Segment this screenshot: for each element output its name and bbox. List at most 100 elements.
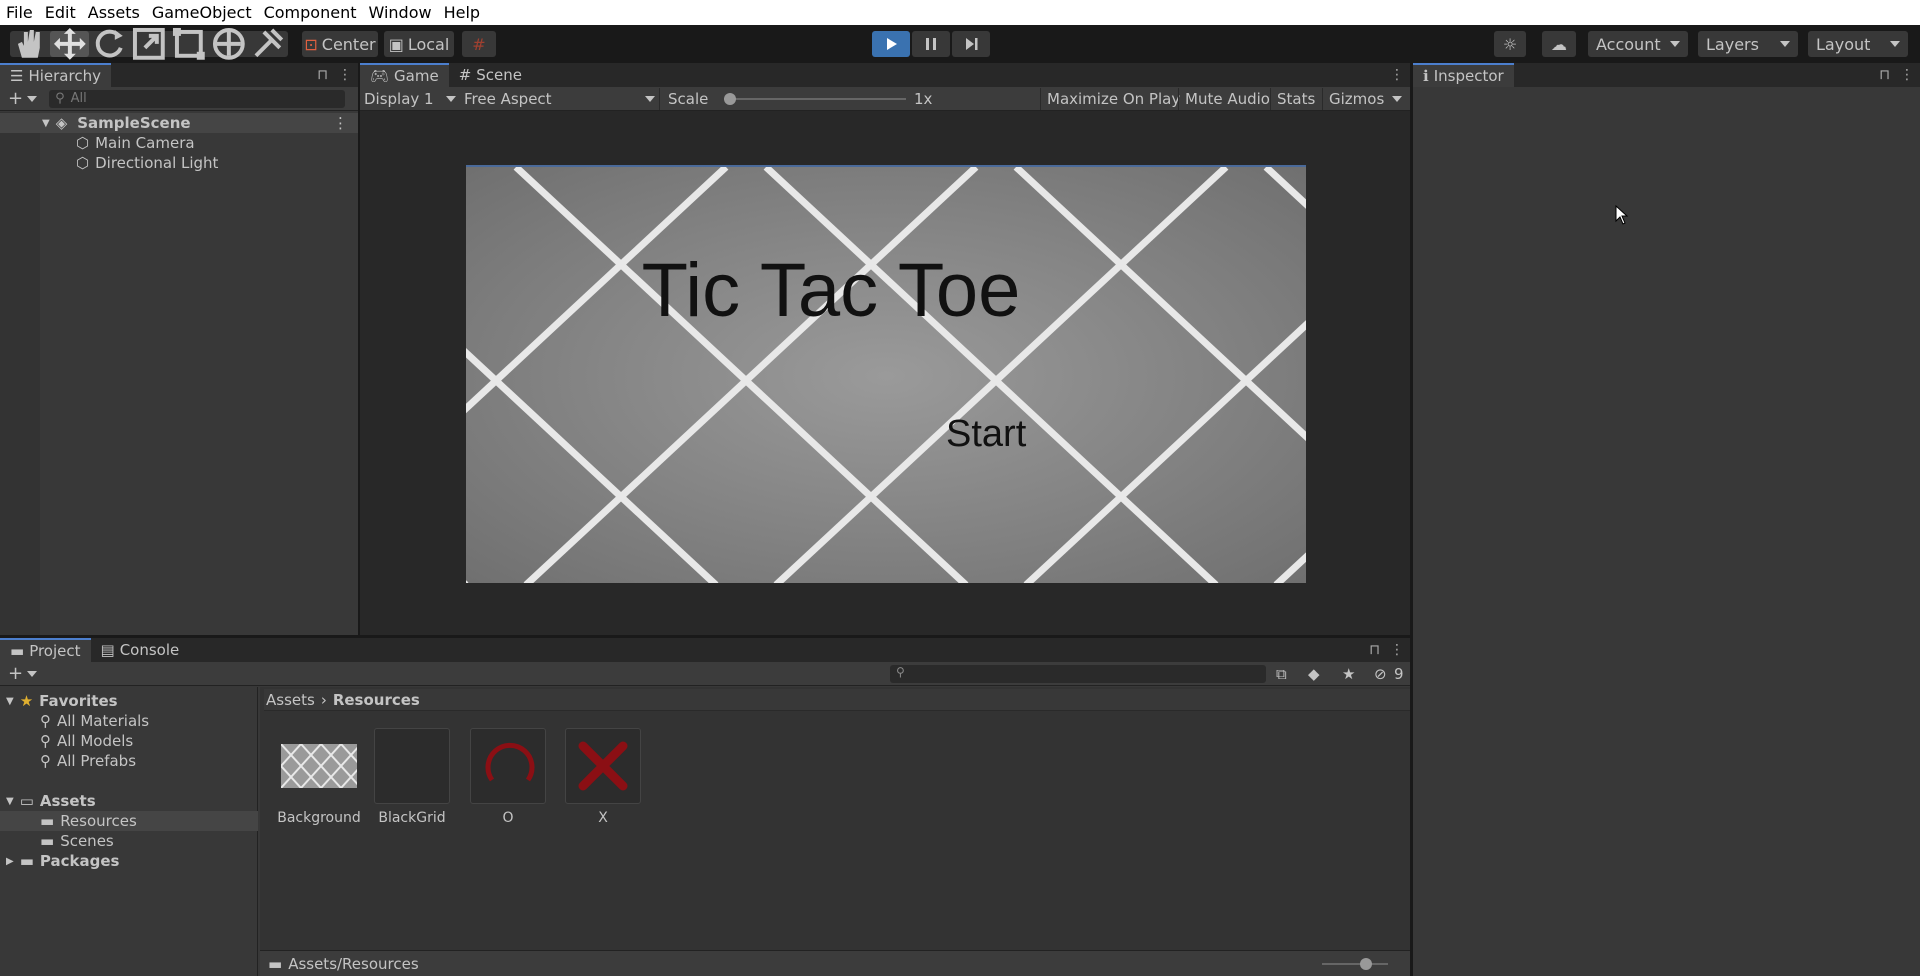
game-viewport[interactable]: Tic Tac Toe Start [466,165,1306,583]
footer-path-label: Assets/Resources [288,955,419,973]
rect-tool-icon[interactable] [169,28,209,60]
expand-arrow-icon[interactable]: ▶ [6,856,14,867]
tab-project[interactable]: ▬ Project [0,638,91,662]
tab-game[interactable]: 🎮︎ Game [360,63,449,87]
chevron-down-icon[interactable] [27,95,38,102]
add-icon[interactable]: + [8,663,23,684]
favorite-star-icon[interactable]: ★ [1342,665,1355,683]
hierarchy-item[interactable]: ⬡ Directional Light [0,153,358,173]
collapse-arrow-icon[interactable]: ▼ [6,696,14,707]
pause-icon [926,38,936,50]
tab-inspector[interactable]: ℹ Inspector [1413,63,1514,87]
stats-label: Stats [1277,90,1316,108]
grid-snap-icon: # [472,34,486,54]
start-button[interactable]: Start [946,413,1026,456]
pivot-local-button[interactable]: ▣ Local [384,31,454,57]
tab-console[interactable]: ▤ Console [90,638,190,662]
more-menu-icon[interactable]: ⋮ [338,67,352,83]
background-thumbnail [281,728,357,804]
menu-assets[interactable]: Assets [82,3,146,22]
more-menu-icon[interactable]: ⋮ [1900,67,1914,83]
lock-icon[interactable]: ⊓ [1369,642,1380,658]
cloud-button[interactable]: ☁ [1542,31,1576,57]
play-button[interactable] [872,31,910,57]
maximize-on-play-button[interactable]: Maximize On Play [1040,88,1186,110]
icon-size-slider[interactable] [1322,958,1388,970]
tab-scene[interactable]: # Scene [448,63,533,87]
icon-size-slider-thumb[interactable] [1360,958,1372,970]
assets-row[interactable]: ▼ ▭ Assets [0,791,96,811]
menu-window[interactable]: Window [362,3,437,22]
breadcrumb-assets[interactable]: Assets [266,691,315,709]
pause-button[interactable] [912,31,950,57]
favorite-item[interactable]: ⚲ All Models [0,731,133,751]
play-icon [887,38,897,50]
expand-arrow-icon[interactable]: ▼ [42,118,50,129]
collapse-arrow-icon[interactable]: ▼ [6,796,14,807]
search-placeholder: All [70,91,87,106]
tile-background-image [466,167,1306,583]
mute-audio-button[interactable]: Mute Audio [1178,88,1276,110]
more-menu-icon[interactable]: ⋮ [1390,642,1404,658]
transform-tool-icon[interactable] [209,28,249,60]
game-tabbar: 🎮︎ Game # Scene [360,63,1410,87]
filter-by-label-icon[interactable]: ◆ [1308,665,1320,683]
console-tab-label: Console [119,641,180,659]
asset-item[interactable]: Background [274,728,364,826]
layers-dropdown[interactable]: Layers [1698,31,1798,57]
menu-file[interactable]: File [0,3,39,22]
asset-item[interactable]: O [463,728,553,826]
menu-component[interactable]: Component [258,3,363,22]
lighting-button[interactable]: ☼ [1494,31,1526,57]
lock-icon[interactable]: ⊓ [1879,67,1890,83]
scene-menu-icon[interactable]: ⋮ [333,114,348,132]
layout-dropdown[interactable]: Layout [1808,31,1908,57]
lock-icon[interactable]: ⊓ [317,67,328,83]
step-button[interactable] [952,31,990,57]
chevron-down-icon[interactable] [27,670,38,677]
add-icon[interactable]: + [8,88,23,109]
asset-item[interactable]: BlackGrid [367,728,457,826]
scale-slider-thumb[interactable] [724,93,736,105]
cube-icon: ▣ [388,34,404,54]
project-tab-label: Project [29,642,81,660]
favorite-item[interactable]: ⚲ All Prefabs [0,751,136,771]
menu-gameobject[interactable]: GameObject [146,3,258,22]
stats-button[interactable]: Stats [1270,88,1321,110]
more-menu-icon[interactable]: ⋮ [1390,67,1404,83]
scale-tool-icon[interactable] [129,28,169,60]
gizmos-dropdown[interactable]: Gizmos [1322,88,1408,110]
scale-label: Scale [668,88,708,110]
pivot-center-button[interactable]: ⊡ Center [302,31,378,57]
folder-scenes[interactable]: ▬ Scenes [0,831,114,851]
rotate-tool-icon[interactable] [89,29,129,58]
packages-row[interactable]: ▶ ▬ Packages [0,851,119,871]
custom-tool-icon[interactable] [248,28,288,58]
filter-by-type-icon[interactable]: ⧉ [1276,665,1287,683]
hidden-packages-icon[interactable]: ⊘ [1374,665,1387,683]
move-tool-icon[interactable] [49,28,90,60]
menu-help[interactable]: Help [438,3,486,22]
main-toolbar: ⊡ Center ▣ Local # ☼ ☁ Account Layers La… [0,25,1920,63]
game-tab-label: Game [394,67,439,85]
scene-row[interactable]: ▼ ◈ SampleScene ⋮ [0,113,358,133]
menu-edit[interactable]: Edit [39,3,82,22]
inspector-tabbar: ℹ Inspector [1413,63,1920,87]
o-thumbnail [470,728,546,804]
game-control-bar: Display 1 Free Aspect Scale 1x Maximize … [360,87,1410,111]
asset-item[interactable]: X [558,728,648,826]
hand-tool-icon[interactable] [10,30,50,58]
breadcrumb-resources[interactable]: Resources [333,691,420,709]
scale-slider[interactable] [724,93,906,105]
favorite-item[interactable]: ⚲ All Materials [0,711,149,731]
hierarchy-item[interactable]: ⬡ Main Camera [0,133,358,153]
aspect-dropdown[interactable]: Free Aspect [464,88,660,110]
grid-snap-button[interactable]: # [462,31,496,57]
folder-resources[interactable]: ▬ Resources [0,811,258,831]
tab-hierarchy[interactable]: ☰ Hierarchy [0,63,111,87]
display-dropdown[interactable]: Display 1 [364,88,460,110]
hierarchy-search-input[interactable]: ⚲ All [49,89,346,108]
project-search-input[interactable]: ⚲ [890,665,1266,683]
account-dropdown[interactable]: Account [1588,31,1688,57]
favorites-row[interactable]: ▼ ★ Favorites [0,691,118,711]
